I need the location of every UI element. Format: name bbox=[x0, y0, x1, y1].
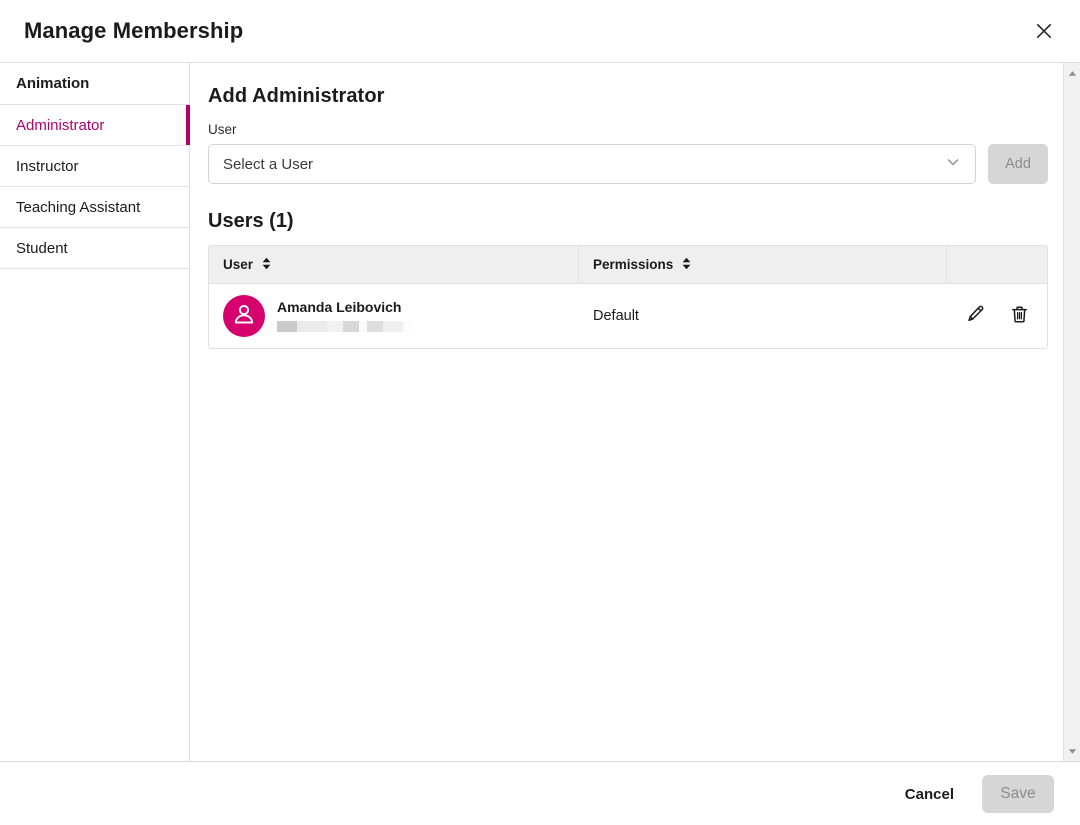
sidebar-item-administrator[interactable]: Administrator bbox=[0, 105, 190, 146]
column-header-label: User bbox=[223, 257, 254, 272]
dialog-body: Animation Administrator Instructor Teach… bbox=[0, 62, 1080, 762]
scroll-down-button[interactable] bbox=[1064, 744, 1080, 758]
sort-updown-icon bbox=[681, 257, 692, 273]
column-header-user[interactable]: User bbox=[209, 246, 579, 283]
user-select-value: Select a User bbox=[223, 155, 314, 173]
dialog-header: Manage Membership bbox=[0, 0, 1080, 62]
delete-row-button[interactable] bbox=[1008, 305, 1030, 327]
sidebar-item-student[interactable]: Student bbox=[0, 228, 189, 269]
table-header-row: User Permissions bbox=[209, 246, 1047, 284]
scroll-up-button[interactable] bbox=[1064, 66, 1080, 80]
cancel-button[interactable]: Cancel bbox=[899, 778, 960, 811]
sidebar-group-title: Animation bbox=[0, 63, 189, 105]
pencil-edit-icon bbox=[966, 305, 985, 327]
cell-permissions: Default bbox=[593, 308, 639, 324]
sidebar-item-label: Instructor bbox=[16, 157, 79, 175]
dialog-footer: Cancel Save bbox=[0, 763, 1080, 825]
manage-membership-dialog: Manage Membership Animation Administrato… bbox=[0, 0, 1080, 825]
users-count-heading: Users (1) bbox=[208, 210, 294, 232]
add-user-row: Select a User Add bbox=[208, 144, 1048, 184]
scroll-down-arrow-icon bbox=[1068, 742, 1077, 760]
save-button[interactable]: Save bbox=[982, 775, 1054, 813]
content-scrollbar[interactable] bbox=[1063, 63, 1080, 761]
person-avatar-icon bbox=[231, 301, 257, 332]
scrollbar-track[interactable] bbox=[1064, 80, 1080, 744]
section-title: Add Administrator bbox=[208, 85, 385, 107]
page-title: Manage Membership bbox=[24, 18, 244, 43]
column-header-permissions[interactable]: Permissions bbox=[579, 246, 947, 283]
main-content-area: Add Administrator User Select a User Add… bbox=[190, 63, 1080, 761]
sidebar-item-teaching-assistant[interactable]: Teaching Assistant bbox=[0, 187, 189, 228]
sidebar-item-label: Administrator bbox=[16, 116, 105, 134]
sort-updown-icon bbox=[261, 257, 272, 273]
user-field-label: User bbox=[208, 122, 237, 137]
cell-user: Amanda Leibovich bbox=[209, 284, 579, 348]
close-icon bbox=[1034, 21, 1054, 41]
chevron-down-icon bbox=[945, 154, 961, 174]
user-email-redacted bbox=[277, 320, 411, 332]
avatar bbox=[223, 295, 265, 337]
column-header-label: Permissions bbox=[593, 257, 674, 272]
add-user-button[interactable]: Add bbox=[988, 144, 1048, 184]
sidebar-item-label: Teaching Assistant bbox=[16, 198, 141, 216]
table-row: Amanda Leibovich Default bbox=[209, 284, 1047, 348]
cell-actions bbox=[947, 284, 1047, 348]
trash-delete-icon bbox=[1010, 305, 1029, 327]
user-name: Amanda Leibovich bbox=[277, 299, 402, 316]
sidebar: Animation Administrator Instructor Teach… bbox=[0, 63, 190, 761]
sidebar-item-instructor[interactable]: Instructor bbox=[0, 146, 189, 187]
users-table: User Permissions Amanda Leibovich Defaul… bbox=[208, 245, 1048, 349]
close-button[interactable] bbox=[1024, 11, 1064, 51]
column-header-actions bbox=[947, 246, 1047, 283]
sidebar-item-label: Student bbox=[16, 239, 68, 257]
user-meta: Amanda Leibovich bbox=[277, 299, 411, 332]
user-select[interactable]: Select a User bbox=[208, 144, 976, 184]
edit-row-button[interactable] bbox=[964, 305, 986, 327]
